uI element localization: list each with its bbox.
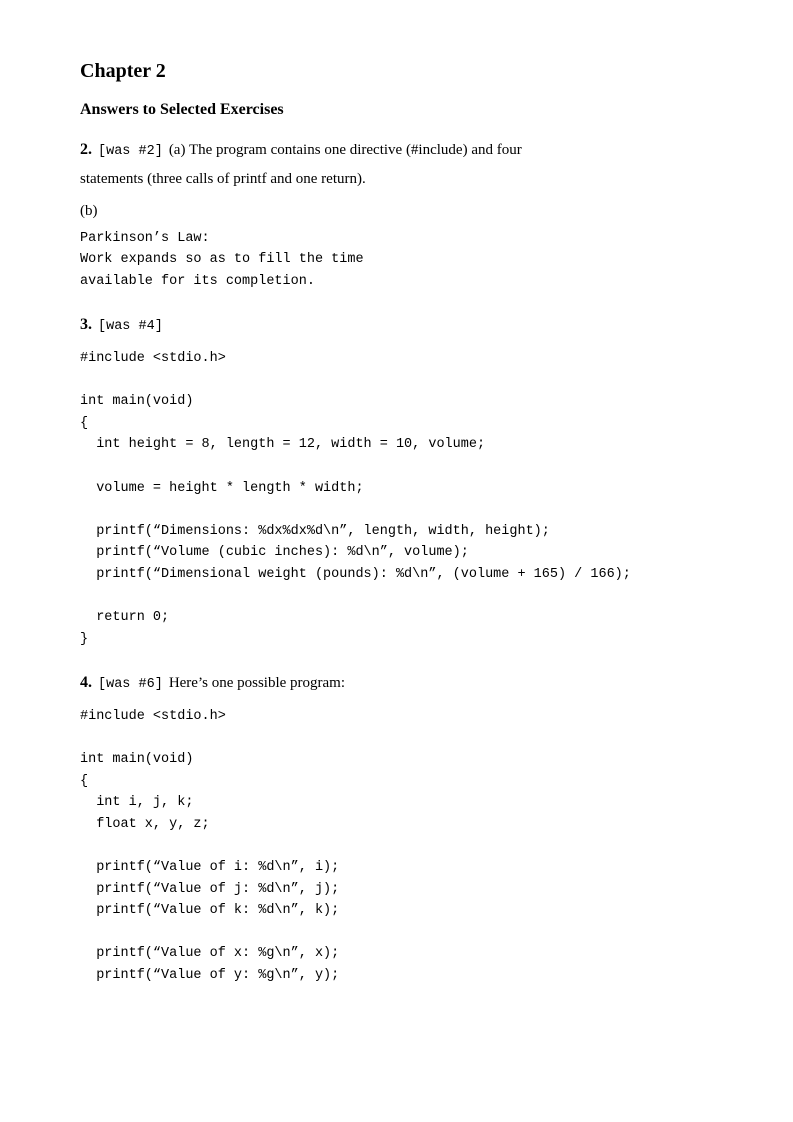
exercise-3: 3. [was #4] #include <stdio.h> int main(… [80, 312, 713, 650]
exercise-4-code: #include <stdio.h> int main(void) { int … [80, 706, 713, 987]
exercise-4-intro: Here’s one possible program: [169, 671, 345, 695]
exercise-2-number: 2. [80, 137, 92, 163]
exercise-2-intro-inline: (a) The program contains one directive (… [169, 138, 522, 162]
exercise-3-tag: [was #4] [98, 316, 163, 338]
section-title: Answers to Selected Exercises [80, 101, 713, 119]
exercise-2-sub-b-label: (b) [80, 203, 98, 219]
exercise-2: 2. [was #2] (a) The program contains one… [80, 137, 713, 292]
exercise-2-tag: [was #2] [98, 141, 163, 163]
exercise-3-number: 3. [80, 312, 92, 338]
exercise-4-number: 4. [80, 670, 92, 696]
exercise-2-intro-line2: statements (three calls of printf and on… [80, 167, 713, 191]
chapter-title: Chapter 2 [80, 60, 713, 83]
exercise-4: 4. [was #6] Here’s one possible program:… [80, 670, 713, 986]
exercise-2-parkinsons: Parkinson’s Law: Work expands so as to f… [80, 228, 713, 293]
exercise-3-code: #include <stdio.h> int main(void) { int … [80, 348, 713, 650]
exercise-4-tag: [was #6] [98, 674, 163, 696]
